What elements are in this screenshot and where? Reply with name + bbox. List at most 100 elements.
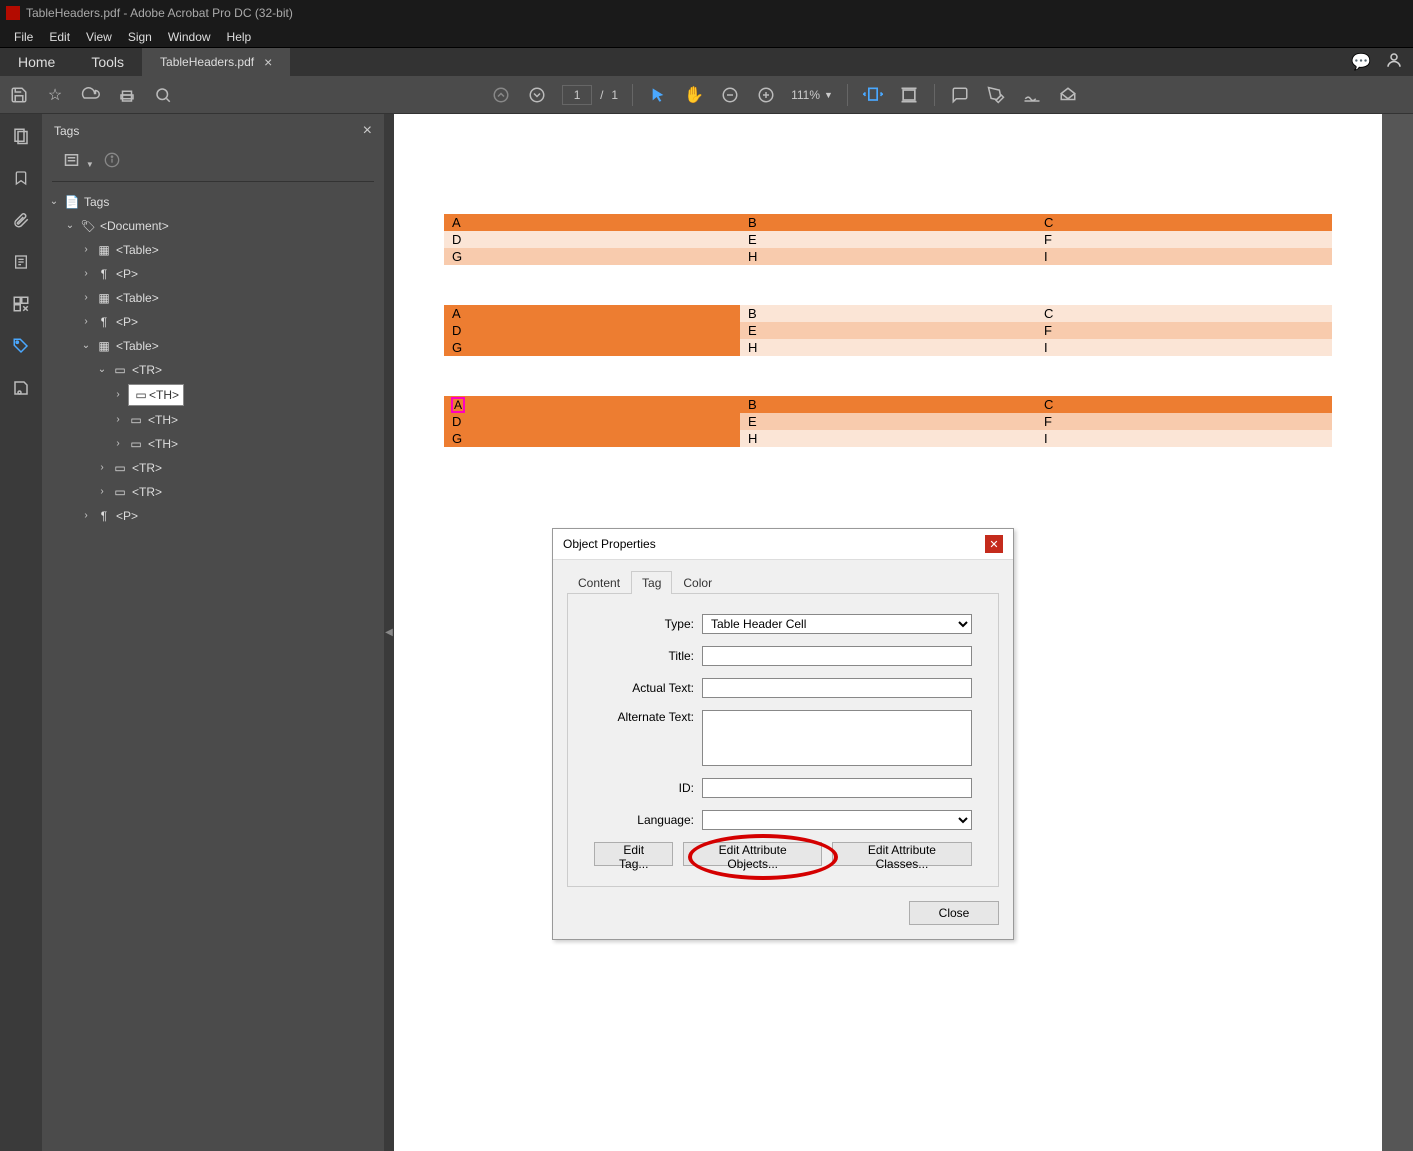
- menubar: File Edit View Sign Window Help: [0, 26, 1413, 48]
- zoom-dropdown-icon[interactable]: ▼: [824, 90, 833, 100]
- edit-attribute-classes-button[interactable]: Edit Attribute Classes...: [832, 842, 972, 866]
- menu-file[interactable]: File: [6, 28, 41, 46]
- search-icon[interactable]: [152, 84, 174, 106]
- menu-window[interactable]: Window: [160, 28, 219, 46]
- tab-tools[interactable]: Tools: [73, 48, 142, 76]
- panel-collapse-handle[interactable]: ◀: [384, 114, 394, 1151]
- menu-sign[interactable]: Sign: [120, 28, 160, 46]
- caret-right-icon[interactable]: ›: [96, 482, 108, 502]
- dialog-tab-color[interactable]: Color: [672, 571, 723, 594]
- tags-panel-close-icon[interactable]: ×: [363, 122, 372, 140]
- caret-right-icon[interactable]: ›: [80, 264, 92, 284]
- dialog-tab-content[interactable]: Content: [567, 571, 631, 594]
- menu-view[interactable]: View: [78, 28, 120, 46]
- tree-p[interactable]: ›¶<P>: [80, 310, 378, 334]
- caret-right-icon[interactable]: ›: [112, 385, 124, 405]
- table-cell: G: [444, 339, 740, 356]
- caret-down-icon[interactable]: ⌄: [80, 336, 92, 356]
- tree-table[interactable]: ›▦<Table>: [80, 286, 378, 310]
- bookmarks-icon[interactable]: [11, 168, 31, 188]
- notifications-icon[interactable]: 💬: [1351, 52, 1371, 72]
- dialog-close-button[interactable]: ✕: [985, 535, 1003, 553]
- language-select[interactable]: [702, 810, 972, 830]
- close-button[interactable]: Close: [909, 901, 999, 925]
- menu-help[interactable]: Help: [219, 28, 260, 46]
- caret-right-icon[interactable]: ›: [112, 410, 124, 430]
- dialog-tab-tag[interactable]: Tag: [631, 571, 672, 594]
- caret-right-icon[interactable]: ›: [96, 458, 108, 478]
- accessibility-icon[interactable]: [11, 378, 31, 398]
- toolbar: ☆ / 1 ✋ 111% ▼: [0, 76, 1413, 114]
- star-icon[interactable]: ☆: [44, 84, 66, 106]
- page-down-icon[interactable]: [526, 84, 548, 106]
- cell-icon: ▭: [128, 434, 144, 454]
- caret-right-icon[interactable]: ›: [80, 288, 92, 308]
- fit-page-icon[interactable]: [898, 84, 920, 106]
- table-cell: A: [444, 214, 740, 231]
- row-icon: ▭: [112, 458, 128, 478]
- tree-tr[interactable]: ⌄▭<TR>: [96, 358, 378, 382]
- alt-text-input[interactable]: [702, 710, 972, 766]
- menu-edit[interactable]: Edit: [41, 28, 78, 46]
- attachments-icon[interactable]: [11, 210, 31, 230]
- zoom-level[interactable]: 111% ▼: [791, 88, 833, 102]
- caret-down-icon[interactable]: ⌄: [64, 216, 76, 236]
- tree-root[interactable]: ⌄ 📄 Tags: [48, 190, 378, 214]
- sign-in-icon[interactable]: [1385, 51, 1403, 74]
- caret-right-icon[interactable]: ›: [80, 506, 92, 526]
- toolbar-sep: [934, 84, 935, 106]
- tab-document[interactable]: TableHeaders.pdf ×: [142, 48, 290, 76]
- zoom-in-icon[interactable]: [755, 84, 777, 106]
- title-input[interactable]: [702, 646, 972, 666]
- zoom-out-icon[interactable]: [719, 84, 741, 106]
- actual-text-input[interactable]: [702, 678, 972, 698]
- tab-document-close-icon[interactable]: ×: [264, 54, 272, 70]
- caret-right-icon[interactable]: ›: [80, 240, 92, 260]
- tree-th[interactable]: ›▭<TH>: [112, 432, 378, 456]
- panel-options-icon[interactable]: ▼: [64, 153, 94, 170]
- paragraph-icon: ¶: [96, 264, 112, 284]
- type-select[interactable]: Table Header Cell: [702, 614, 972, 634]
- tree-th-selected[interactable]: › ▭<TH>: [112, 382, 378, 408]
- edit-tag-button[interactable]: Edit Tag...: [594, 842, 673, 866]
- save-icon[interactable]: [8, 84, 30, 106]
- tree-p[interactable]: ›¶<P>: [80, 504, 378, 528]
- fit-width-icon[interactable]: [862, 84, 884, 106]
- tree-tr[interactable]: ›▭<TR>: [96, 480, 378, 504]
- content-icon[interactable]: [11, 252, 31, 272]
- tree-p[interactable]: ›¶<P>: [80, 262, 378, 286]
- table-cell: H: [740, 248, 1036, 265]
- caret-down-icon[interactable]: ⌄: [96, 360, 108, 380]
- tree-table[interactable]: ⌄▦<Table>: [80, 334, 378, 358]
- order-icon[interactable]: [11, 294, 31, 314]
- table-cell: B: [740, 305, 1036, 322]
- navigation-rail: [0, 114, 42, 1151]
- tab-home[interactable]: Home: [0, 48, 73, 76]
- tree-tr[interactable]: ›▭<TR>: [96, 456, 378, 480]
- tags-rail-icon[interactable]: [11, 336, 31, 356]
- pan-hand-icon[interactable]: ✋: [683, 84, 705, 106]
- caret-down-icon[interactable]: ⌄: [48, 192, 60, 212]
- panel-info-icon[interactable]: [104, 152, 120, 171]
- page-current-input[interactable]: [562, 85, 592, 105]
- highlight-icon[interactable]: [985, 84, 1007, 106]
- table-cell: C: [1036, 305, 1332, 322]
- table-cell: E: [740, 322, 1036, 339]
- cloud-sync-icon[interactable]: [80, 84, 102, 106]
- caret-right-icon[interactable]: ›: [80, 312, 92, 332]
- caret-right-icon[interactable]: ›: [112, 434, 124, 454]
- arrow-cursor-icon[interactable]: [647, 84, 669, 106]
- comment-icon[interactable]: [949, 84, 971, 106]
- sign-icon[interactable]: [1021, 84, 1043, 106]
- edit-attribute-objects-button[interactable]: Edit Attribute Objects...: [683, 842, 821, 866]
- page-up-icon[interactable]: [490, 84, 512, 106]
- id-input[interactable]: [702, 778, 972, 798]
- thumbnails-icon[interactable]: [11, 126, 31, 146]
- tree-table[interactable]: ›▦<Table>: [80, 238, 378, 262]
- page-sep: /: [600, 88, 603, 102]
- tree-document[interactable]: ⌄ 🏷 <Document>: [64, 214, 378, 238]
- print-icon[interactable]: [116, 84, 138, 106]
- stamp-icon[interactable]: [1057, 84, 1079, 106]
- dialog-title: Object Properties: [563, 537, 656, 551]
- tree-th[interactable]: ›▭<TH>: [112, 408, 378, 432]
